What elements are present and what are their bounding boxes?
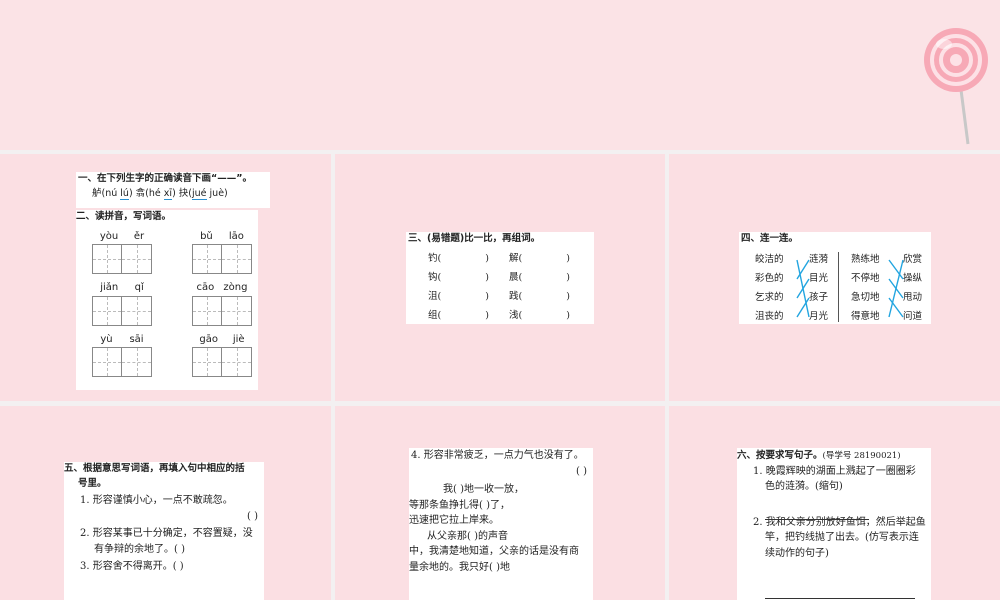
writing-box[interactable] [192, 244, 222, 275]
q1-line: 舻(nú lú) 翕(hé xī) 抉(jué juè) [92, 187, 228, 200]
writing-box[interactable] [122, 347, 152, 378]
writing-box[interactable] [92, 347, 122, 378]
q6-header: 六、按要求写句子。(导学号 28190021) [737, 448, 931, 464]
compare-item: 解() [509, 252, 570, 264]
pinyin-item: bǔ lāo [192, 229, 252, 275]
pinyin-grid: yòu ěr bǔ lāo jiǎn qǐ cāo zòng yù sāi gāo jiè [76, 225, 258, 378]
writing-box[interactable] [92, 244, 122, 275]
passage-line: 量余地的。我只好( )地 [409, 561, 510, 573]
passage-card: 4. 形容非常疲乏，一点力气也没有了。 ( ) 我( )地一收一放， 等那条鱼挣… [409, 448, 593, 600]
q5-item-4-answer[interactable]: ( ) [409, 464, 593, 480]
q6-item-2-cont: 竿，把钓线抛了出去。(仿写表示连 [765, 532, 919, 544]
passage-line: 中，我清楚地知道，父亲的话是没有商 [409, 546, 579, 557]
q3-card: 三、(易错题)比一比，再组词。 钓() 解() 钩() 晨() 沮() 践() … [406, 232, 594, 324]
pinyin-item: jiǎn qǐ [92, 280, 152, 326]
q2-card: 二、读拼音，写词语。 yòu ěr bǔ lāo jiǎn qǐ cāo zòng yù… [76, 210, 258, 390]
compare-item: 沮() [428, 290, 489, 302]
compare-item: 晨() [509, 271, 570, 283]
q6-note: (导学号 28190021) [822, 451, 901, 461]
slide-5[interactable]: 4. 形容非常疲乏，一点力气也没有了。 ( ) 我( )地一收一放， 等那条鱼挣… [335, 406, 665, 600]
writing-box[interactable] [222, 347, 252, 378]
writing-box[interactable] [192, 347, 222, 378]
writing-box[interactable] [222, 244, 252, 275]
slide-2[interactable]: 三、(易错题)比一比，再组词。 钓() 解() 钩() 晨() 沮() 践() … [335, 154, 665, 401]
writing-box[interactable] [222, 295, 252, 326]
compare-item: 浅() [509, 309, 570, 321]
q3-title: 三、(易错题)比一比，再组词。 [408, 233, 541, 244]
answer-line[interactable] [765, 519, 869, 520]
q6-item-2: 2. 我和父亲分别放好鱼饵，然后举起鱼 [753, 516, 926, 528]
compare-item: 钓() [428, 252, 489, 264]
match-lines [796, 259, 904, 318]
writing-box[interactable] [122, 295, 152, 326]
passage-line: 等那条鱼挣扎得( )了， [409, 499, 510, 511]
q6-item-2-cont2: 续动作的句子) [765, 547, 829, 559]
compare-table: 钓() 解() 钩() 晨() 沮() 践() 组() 浅() [406, 247, 594, 325]
slide-6[interactable]: 六、按要求写句子。(导学号 28190021) 1. 晚霞辉映的湖面上溅起了一圈… [669, 406, 1000, 600]
q5-card: 五、根据意思写词语，再填入句中相应的括 号里。 1. 形容谨慎小心，一点不敢疏忽… [64, 462, 264, 600]
q5-title: 五、根据意思写词语，再填入句中相应的括 [64, 463, 245, 474]
compare-item: 钩() [428, 271, 489, 283]
q6-item-1-cont: 色的涟漪。(缩句) [765, 481, 843, 493]
compare-item: 组() [428, 309, 489, 321]
answer-line[interactable] [765, 598, 915, 599]
q2-title: 二、读拼音，写词语。 [76, 211, 172, 222]
q5-item-2: 2. 形容某事已十分确定，不容置疑，没 [80, 528, 253, 540]
compare-item: 践() [509, 290, 570, 302]
q6-item-1: 1. 晚霞辉映的湖面上溅起了一圈圈彩 [753, 465, 916, 477]
q1-title: 一、在下列生字的正确读音下画“——”。 [78, 173, 252, 184]
lollipop-icon [924, 28, 988, 145]
q5-item-1: 1. 形容谨慎小心，一点不敢疏忽。 [80, 495, 233, 507]
q5-item-2-cont: 有争辩的余地了。( ) [94, 543, 185, 555]
passage-line: 从父亲那( )的声音 [427, 530, 508, 542]
pinyin-item: cāo zòng [192, 280, 252, 326]
q1-card: 一、在下列生字的正确读音下画“——”。 舻(nú lú) 翕(hé xī) 抉(… [76, 172, 270, 208]
q4-card: 四、连一连。 皎洁的 彩色的 乞求的 沮丧的 涟漪 目光 孩子 月光 熟练地 不停地 急切地 得意… [739, 232, 931, 324]
q6-title: 六、按要求写句子。 [737, 450, 823, 461]
q5-item-3: 3. 形容舍不得离开。( ) [80, 561, 184, 573]
slide-1[interactable]: 一、在下列生字的正确读音下画“——”。 舻(nú lú) 翕(hé xī) 抉(… [0, 154, 331, 401]
title-band [0, 0, 1000, 150]
writing-box[interactable] [92, 295, 122, 326]
pinyin-item: gāo jiè [192, 332, 252, 378]
writing-box[interactable] [122, 244, 152, 275]
pinyin-item: yòu ěr [92, 229, 152, 275]
writing-box[interactable] [192, 295, 222, 326]
passage-line: 迅速把它拉上岸来。 [409, 515, 499, 526]
q5-title-cont: 号里。 [78, 477, 107, 489]
q6-card: 六、按要求写句子。(导学号 28190021) 1. 晚霞辉映的湖面上溅起了一圈… [737, 448, 931, 600]
q5-item-1-answer[interactable]: ( ) [64, 509, 264, 525]
q5-item-4: 4. 形容非常疲乏，一点力气也没有了。 [411, 450, 584, 461]
slide-3[interactable]: 四、连一连。 皎洁的 彩色的 乞求的 沮丧的 涟漪 目光 孩子 月光 熟练地 不停地 急切地 得意… [669, 154, 1000, 401]
slide-4[interactable]: 五、根据意思写词语，再填入句中相应的括 号里。 1. 形容谨慎小心，一点不敢疏忽… [0, 406, 331, 600]
pinyin-item: yù sāi [92, 332, 152, 378]
passage-line: 我( )地一收一放， [443, 484, 524, 495]
match-line [796, 278, 810, 299]
